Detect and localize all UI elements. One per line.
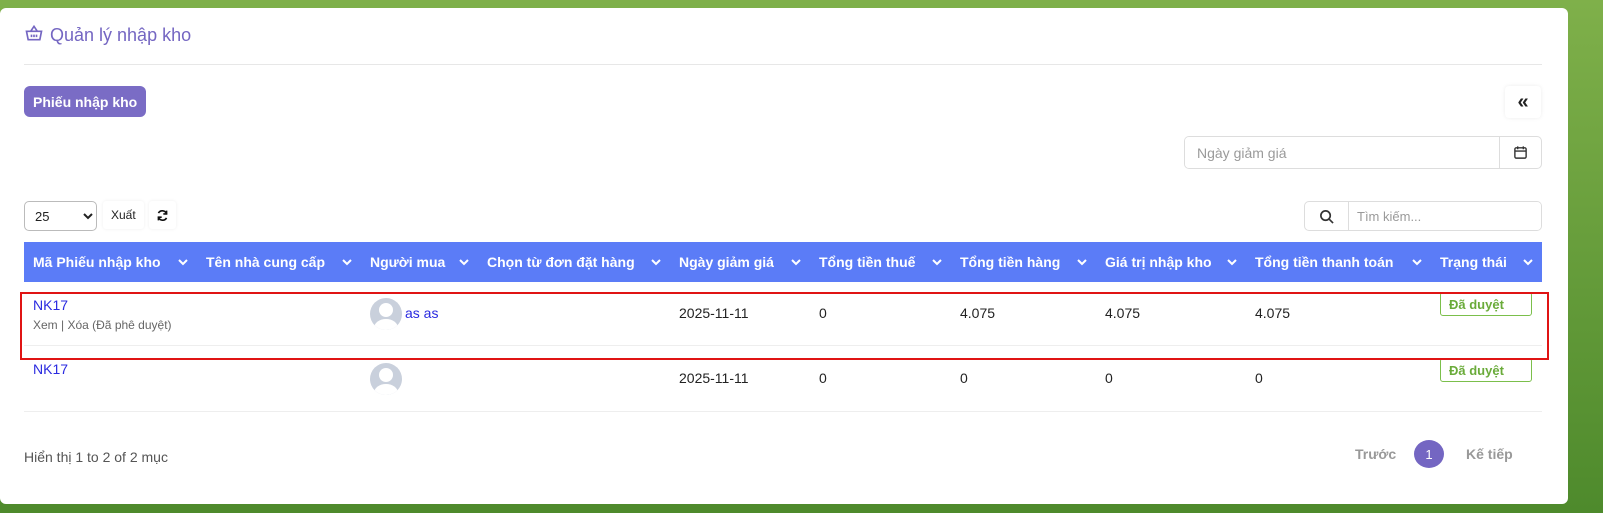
chevron-down-icon (1077, 259, 1087, 266)
column-header-code[interactable]: Mã Phiếu nhập kho (24, 242, 197, 282)
column-header-date[interactable]: Ngày giảm giá (670, 242, 810, 282)
status-badge: Đã duyệt (1440, 358, 1532, 382)
avatar (370, 363, 402, 395)
payment-total-cell: 4.075 (1255, 305, 1291, 321)
refresh-button[interactable] (149, 201, 176, 229)
row-actions[interactable]: Xem | Xóa (Đã phê duyệt) (33, 318, 172, 332)
page-header: Quản lý nhập kho (24, 22, 191, 48)
calendar-icon (1514, 146, 1527, 159)
column-header-label: Tổng tiền thanh toán (1255, 254, 1394, 270)
goods-total-cell: 0 (960, 370, 968, 386)
chevron-down-icon (459, 259, 469, 266)
table-header: Mã Phiếu nhập kho Tên nhà cung cấp Người… (24, 242, 1542, 282)
column-header-order[interactable]: Chọn từ đơn đặt hàng (478, 242, 670, 282)
page-length-select[interactable]: 25 (24, 201, 97, 231)
column-header-label: Tên nhà cung cấp (206, 254, 326, 270)
column-header-label: Chọn từ đơn đặt hàng (487, 254, 635, 270)
column-header-tax[interactable]: Tổng tiền thuế (810, 242, 951, 282)
receipt-table: Mã Phiếu nhập kho Tên nhà cung cấp Người… (24, 242, 1542, 412)
column-header-label: Ngày giảm giá (679, 254, 774, 270)
date-input[interactable] (1185, 137, 1499, 168)
column-header-label: Người mua (370, 254, 446, 270)
column-header-label: Tổng tiền hàng (960, 254, 1061, 270)
calendar-button[interactable] (1499, 137, 1541, 168)
basket-icon (24, 23, 44, 48)
pagination-next[interactable]: Kế tiếp (1466, 446, 1513, 462)
search-icon (1320, 209, 1334, 224)
column-header-supplier[interactable]: Tên nhà cung cấp (197, 242, 361, 282)
column-header-stock-value[interactable]: Giá trị nhập kho (1096, 242, 1246, 282)
search-button[interactable] (1305, 202, 1349, 230)
table-row: NK17 Xem | Xóa (Đã phê duyệt) as as 2025… (24, 282, 1542, 346)
table-row: NK17 2025-11-11 0 0 0 0 Đã duyệt (24, 346, 1542, 412)
stock-value-cell: 0 (1105, 370, 1113, 386)
date-cell: 2025-11-11 (679, 305, 749, 321)
chevron-down-icon (1227, 259, 1237, 266)
user-avatar-icon (374, 303, 398, 330)
refresh-icon (157, 209, 168, 221)
pagination-page-1[interactable]: 1 (1414, 440, 1444, 468)
create-receipt-button[interactable]: Phiếu nhập kho (24, 86, 147, 117)
avatar (370, 298, 402, 330)
chevron-down-icon (651, 259, 661, 266)
column-header-goods-total[interactable]: Tổng tiền hàng (951, 242, 1096, 282)
double-chevron-left-icon: « (1517, 90, 1529, 113)
user-avatar-icon (374, 368, 398, 395)
receipt-code-link[interactable]: NK17 (33, 297, 68, 313)
column-header-status[interactable]: Trạng thái (1431, 242, 1542, 282)
collapse-button[interactable]: « (1505, 86, 1541, 118)
date-filter (1184, 136, 1542, 169)
column-header-label: Mã Phiếu nhập kho (33, 254, 161, 270)
search-box (1304, 201, 1542, 231)
date-cell: 2025-11-11 (679, 370, 749, 386)
chevron-down-icon (932, 259, 942, 266)
chevron-down-icon (178, 259, 188, 266)
column-header-label: Giá trị nhập kho (1105, 254, 1212, 270)
goods-total-cell: 4.075 (960, 305, 996, 321)
chevron-down-icon (791, 259, 801, 266)
status-badge: Đã duyệt (1440, 292, 1532, 316)
column-header-payment-total[interactable]: Tổng tiền thanh toán (1246, 242, 1431, 282)
table-info: Hiển thị 1 to 2 of 2 mục (24, 449, 168, 465)
pagination-prev[interactable]: Trước (1355, 446, 1396, 462)
stock-value-cell: 4.075 (1105, 305, 1141, 321)
export-button[interactable]: Xuất (103, 201, 144, 229)
chevron-down-icon (342, 259, 352, 266)
search-input[interactable] (1349, 202, 1541, 230)
chevron-down-icon (1412, 259, 1422, 266)
column-header-label: Trạng thái (1440, 254, 1507, 270)
tax-cell: 0 (819, 370, 827, 386)
page-title: Quản lý nhập kho (50, 24, 192, 45)
chevron-down-icon (1523, 259, 1533, 266)
column-header-buyer[interactable]: Người mua (361, 242, 478, 282)
receipt-code-link[interactable]: NK17 (33, 361, 68, 377)
column-header-label: Tổng tiền thuế (819, 254, 916, 270)
payment-total-cell: 0 (1255, 370, 1263, 386)
header-divider (24, 64, 1542, 65)
tax-cell: 0 (819, 305, 827, 321)
buyer-link[interactable]: as as (405, 305, 438, 321)
